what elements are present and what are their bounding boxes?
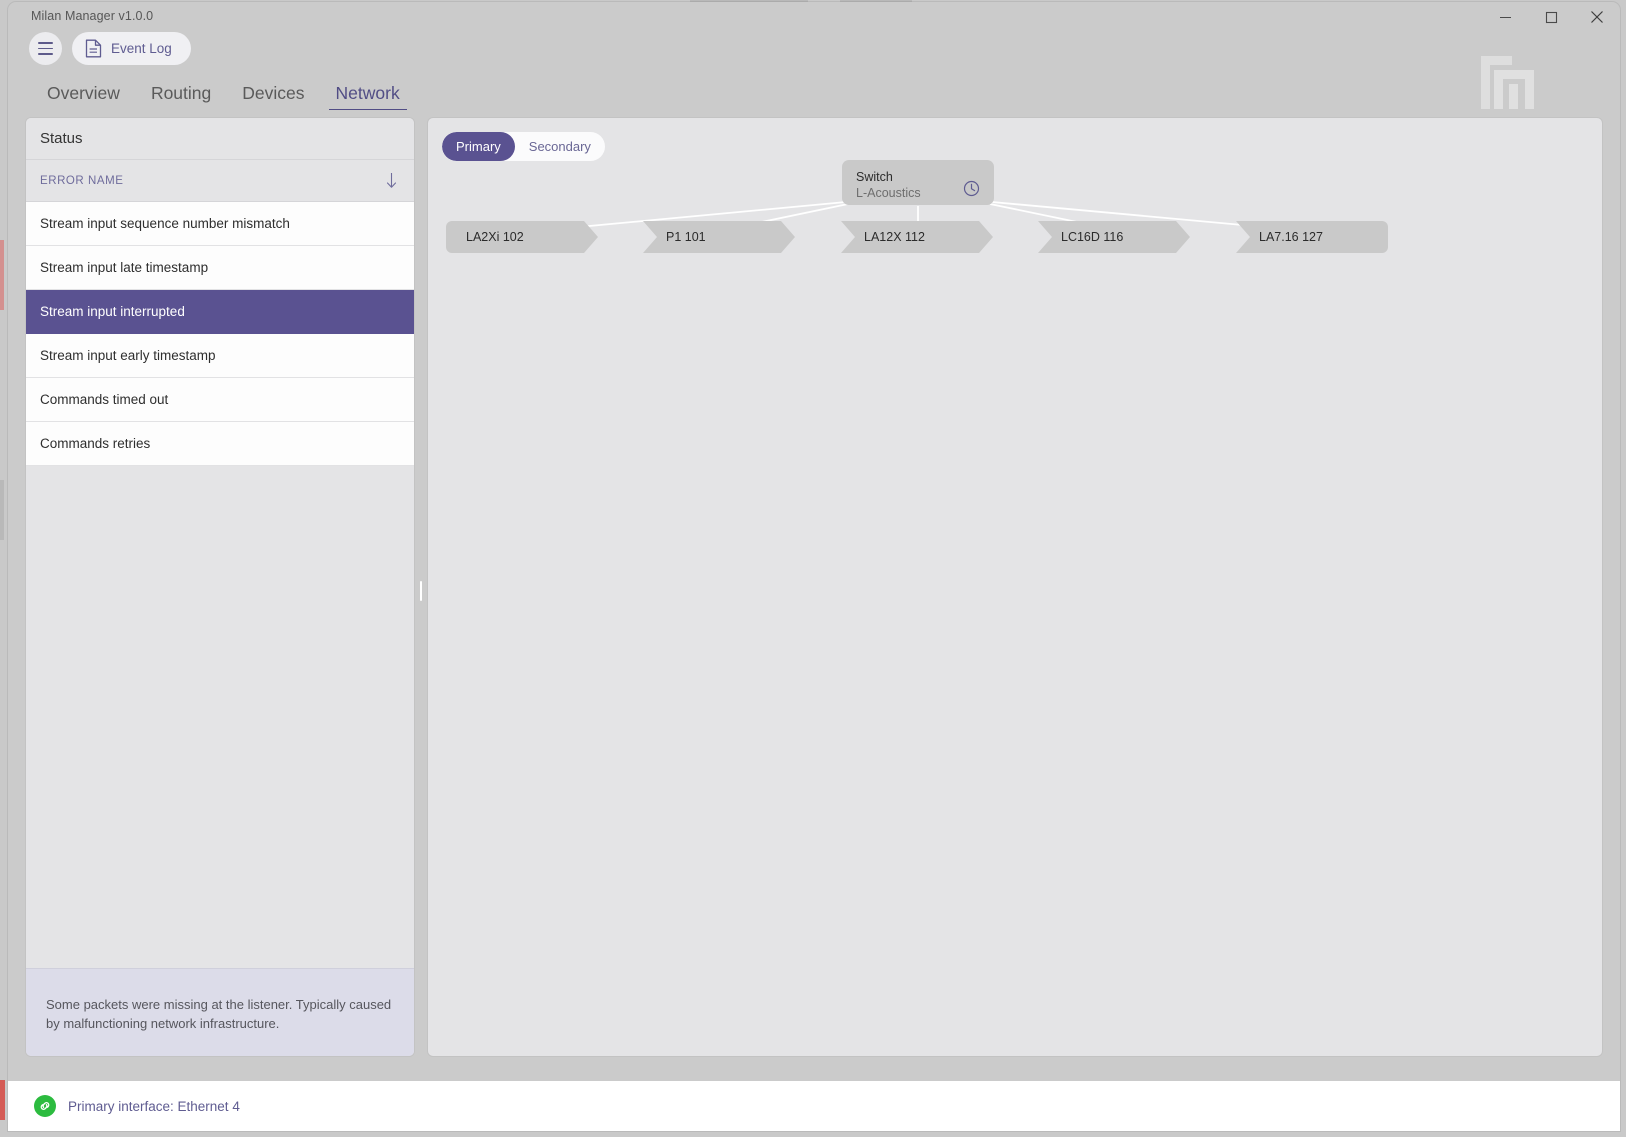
desktop-strip bbox=[0, 1080, 5, 1120]
status-bar: Primary interface: Ethernet 4 bbox=[8, 1081, 1620, 1131]
toolbar: Event Log bbox=[29, 32, 191, 65]
hamburger-menu-button[interactable] bbox=[29, 32, 62, 65]
chain-link-glyph bbox=[40, 1102, 50, 1110]
link-connected-icon bbox=[34, 1095, 56, 1117]
maximize-button[interactable] bbox=[1528, 2, 1574, 32]
minimize-icon bbox=[1499, 16, 1511, 18]
error-list-item[interactable]: Stream input early timestamp bbox=[26, 334, 414, 378]
tab-routing[interactable]: Routing bbox=[144, 80, 218, 110]
close-button[interactable] bbox=[1574, 2, 1620, 32]
tab-overview[interactable]: Overview bbox=[40, 80, 127, 110]
application-window: Milan Manager v1.0.0 Event Log Overview … bbox=[8, 2, 1620, 1131]
error-list-item[interactable]: Commands retries bbox=[26, 422, 414, 466]
status-panel: Status ERROR NAME Stream input sequence … bbox=[26, 118, 414, 1056]
milan-logo-watermark bbox=[1481, 56, 1534, 109]
title-bar: Milan Manager v1.0.0 bbox=[8, 2, 1620, 32]
desktop-strip bbox=[0, 240, 4, 310]
network-node-device[interactable]: LA2Xi 102 bbox=[446, 221, 598, 253]
clock-icon bbox=[963, 180, 980, 197]
column-header-label: ERROR NAME bbox=[40, 174, 124, 187]
minimize-button[interactable] bbox=[1482, 2, 1528, 32]
network-node-switch[interactable]: Switch L-Acoustics bbox=[842, 160, 994, 205]
network-node-device[interactable]: P1 101 bbox=[643, 221, 795, 253]
tab-network[interactable]: Network bbox=[328, 80, 407, 110]
event-log-label: Event Log bbox=[111, 41, 172, 56]
event-log-button[interactable]: Event Log bbox=[72, 32, 191, 65]
error-list-filler bbox=[26, 466, 414, 976]
window-controls bbox=[1482, 2, 1620, 32]
error-description: Some packets were missing at the listene… bbox=[26, 968, 414, 1056]
panel-splitter[interactable] bbox=[414, 118, 428, 1056]
network-node-device[interactable]: LC16D 116 bbox=[1038, 221, 1190, 253]
topology-links bbox=[535, 201, 1309, 232]
error-list: Stream input sequence number mismatch Str… bbox=[26, 202, 414, 466]
content-area: Status ERROR NAME Stream input sequence … bbox=[8, 112, 1620, 1070]
main-tabs: Overview Routing Devices Network bbox=[40, 80, 407, 110]
app-title: Milan Manager v1.0.0 bbox=[31, 9, 154, 23]
hamburger-menu-icon bbox=[38, 40, 53, 57]
splitter-grip bbox=[420, 581, 422, 601]
status-bar-text: Primary interface: Ethernet 4 bbox=[68, 1098, 240, 1114]
network-panel: Primary Secondary Switch L-Acoustics LA2… bbox=[428, 118, 1602, 1056]
close-icon bbox=[1591, 11, 1603, 23]
error-list-item[interactable]: Commands timed out bbox=[26, 378, 414, 422]
status-panel-title: Status bbox=[26, 118, 414, 160]
document-icon bbox=[85, 39, 102, 58]
maximize-icon bbox=[1545, 11, 1557, 23]
error-list-item[interactable]: Stream input late timestamp bbox=[26, 246, 414, 290]
error-list-item[interactable]: Stream input interrupted bbox=[26, 290, 414, 334]
network-topology-diagram: Switch L-Acoustics LA2Xi 102 P1 101 LA12X … bbox=[428, 118, 1602, 1056]
error-name-column-header[interactable]: ERROR NAME bbox=[26, 160, 414, 202]
network-node-device[interactable]: LA7.16 127 bbox=[1236, 221, 1388, 253]
tab-devices[interactable]: Devices bbox=[235, 80, 311, 110]
sort-descending-arrow-icon bbox=[386, 173, 397, 188]
error-list-item[interactable]: Stream input sequence number mismatch bbox=[26, 202, 414, 246]
network-node-device[interactable]: LA12X 112 bbox=[841, 221, 993, 253]
desktop-strip bbox=[0, 480, 4, 540]
